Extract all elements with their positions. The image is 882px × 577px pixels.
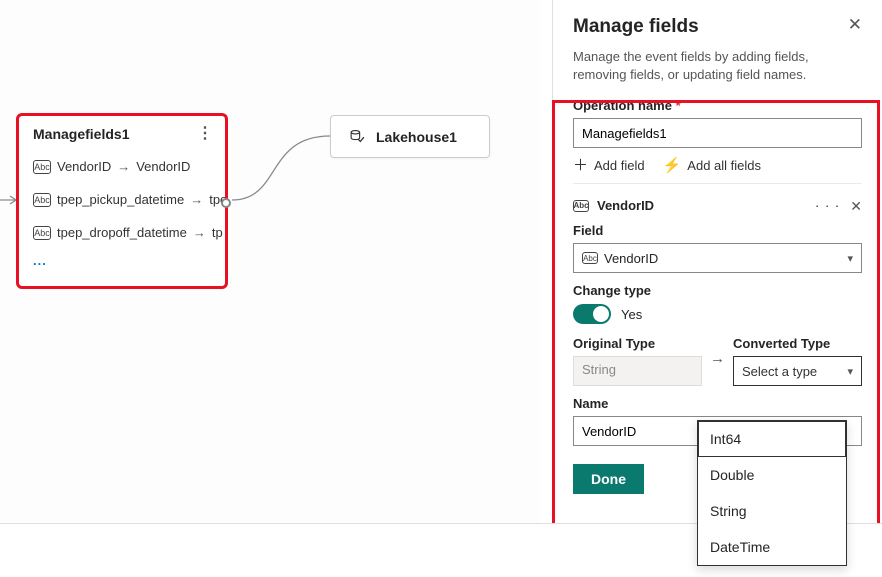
table-row: Abc tpep_pickup_datetime → tpe [19,183,225,216]
node-lakehouse[interactable]: Lakehouse1 [330,115,490,158]
converted-type-label: Converted Type [733,336,862,351]
panel-description: Manage the event fields by adding fields… [573,48,862,84]
table-row: Abc tpep_dropoff_datetime → tp [19,216,225,249]
manage-fields-panel: Manage fields ✕ Manage the event fields … [552,0,882,577]
field-select-value: VendorID [604,251,658,266]
field-type-icon: Abc [33,226,51,240]
toggle-text: Yes [621,307,642,322]
field-type-icon: Abc [582,252,598,264]
node-title: Managefields1 [33,126,129,142]
converted-type-select[interactable]: Select a type ▾ [733,356,862,386]
chevron-down-icon: ▾ [847,252,853,265]
output-handle[interactable] [221,198,231,208]
bolt-icon: ⚡ [663,158,682,173]
remove-field-icon[interactable]: ✕ [850,199,862,213]
lakehouse-icon [349,128,366,145]
add-field-label: Add field [594,158,645,173]
operation-name-label: Operation name [573,98,862,113]
add-all-fields-button[interactable]: ⚡ Add all fields [663,158,761,173]
dropdown-option[interactable]: Double [698,457,846,493]
close-icon[interactable]: ✕ [848,16,862,33]
change-type-toggle[interactable] [573,304,611,324]
arrow-icon: → [117,159,130,174]
field-input: tpep_pickup_datetime [57,192,184,207]
arrow-icon: → [190,192,203,207]
diagram-canvas[interactable]: Managefields1 ⋮ Abc VendorID → VendorID … [0,0,540,577]
done-button[interactable]: Done [573,464,644,494]
field-section-name: VendorID [597,198,654,213]
dropdown-option[interactable]: String [698,493,846,529]
original-type-label: Original Type [573,336,702,351]
field-type-icon: Abc [33,193,51,207]
node-more-menu[interactable]: ⋮ [197,129,213,139]
type-dropdown[interactable]: Int64 Double String DateTime [697,420,847,566]
arrow-icon: → [710,350,725,373]
node-title: Lakehouse1 [376,129,457,145]
field-select[interactable]: Abc VendorID ▾ [573,243,862,273]
add-field-button[interactable]: ＋ Add field [573,158,645,173]
plus-icon: ＋ [573,158,588,173]
name-label: Name [573,396,862,411]
field-more-menu[interactable]: · · · [815,198,840,213]
table-row: Abc VendorID → VendorID [19,150,225,183]
arrow-icon: → [193,225,206,240]
dropdown-option[interactable]: Int64 [698,421,846,457]
field-input: VendorID [57,159,111,174]
field-input: tpep_dropoff_datetime [57,225,187,240]
converted-type-placeholder: Select a type [742,364,817,379]
add-all-fields-label: Add all fields [687,158,761,173]
field-type-icon: Abc [573,200,589,212]
original-type-value: String [573,356,702,386]
field-output: VendorID [136,159,190,174]
operation-name-input[interactable] [573,118,862,148]
expand-fields[interactable]: ... [19,249,225,278]
change-type-label: Change type [573,283,862,298]
field-label: Field [573,223,862,238]
field-type-icon: Abc [33,160,51,174]
field-output: tp [212,225,223,240]
dropdown-option[interactable]: DateTime [698,529,846,565]
node-managefields[interactable]: Managefields1 ⋮ Abc VendorID → VendorID … [18,115,226,287]
chevron-down-icon: ▾ [847,365,853,378]
panel-title: Manage fields [573,16,699,38]
